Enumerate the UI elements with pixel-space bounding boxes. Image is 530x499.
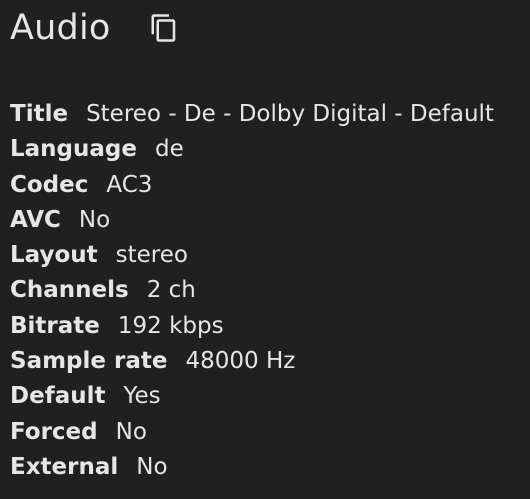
- detail-label: Sample rate: [10, 348, 168, 375]
- detail-label: Default: [10, 383, 106, 410]
- detail-value: No: [115, 418, 147, 445]
- detail-row-channels: Channels 2 ch: [10, 273, 525, 308]
- detail-row-codec: Codec AC3: [10, 168, 525, 203]
- detail-value: stereo: [115, 242, 188, 269]
- detail-row-sample-rate: Sample rate 48000 Hz: [10, 344, 525, 379]
- detail-label: External: [10, 453, 119, 480]
- detail-value: No: [78, 206, 111, 233]
- detail-row-layout: Layout stereo: [10, 238, 525, 273]
- detail-value: de: [154, 136, 184, 163]
- detail-label: Forced: [10, 418, 98, 445]
- detail-label: Layout: [10, 242, 98, 269]
- detail-row-language: Language de: [10, 132, 525, 167]
- detail-value: 2 ch: [146, 277, 196, 304]
- copy-icon: [149, 11, 179, 49]
- detail-row-external: External No: [10, 450, 525, 485]
- detail-label: Channels: [10, 277, 129, 304]
- detail-row-bitrate: Bitrate 192 kbps: [10, 309, 525, 344]
- detail-value: AC3: [106, 171, 153, 198]
- detail-value: No: [136, 453, 168, 480]
- section-header: Audio: [10, 6, 182, 50]
- detail-row-forced: Forced No: [10, 415, 525, 450]
- detail-value: Stereo - De - Dolby Digital - Default: [86, 101, 494, 127]
- section-title: Audio: [10, 8, 111, 48]
- detail-label: Bitrate: [10, 312, 100, 339]
- detail-label: Codec: [10, 171, 89, 198]
- detail-label: Title: [10, 101, 69, 127]
- detail-row-title: Title Stereo - De - Dolby Digital - Defau…: [10, 97, 525, 132]
- detail-value: 192 kbps: [117, 312, 224, 339]
- audio-details-list: Title Stereo - De - Dolby Digital - Defau…: [10, 97, 525, 485]
- detail-label: AVC: [10, 206, 61, 233]
- detail-value: 48000 Hz: [185, 348, 296, 375]
- detail-value: Yes: [123, 383, 161, 410]
- detail-row-default: Default Yes: [10, 379, 525, 414]
- detail-label: Language: [10, 136, 137, 163]
- copy-button[interactable]: [146, 12, 182, 48]
- detail-row-avc: AVC No: [10, 203, 525, 238]
